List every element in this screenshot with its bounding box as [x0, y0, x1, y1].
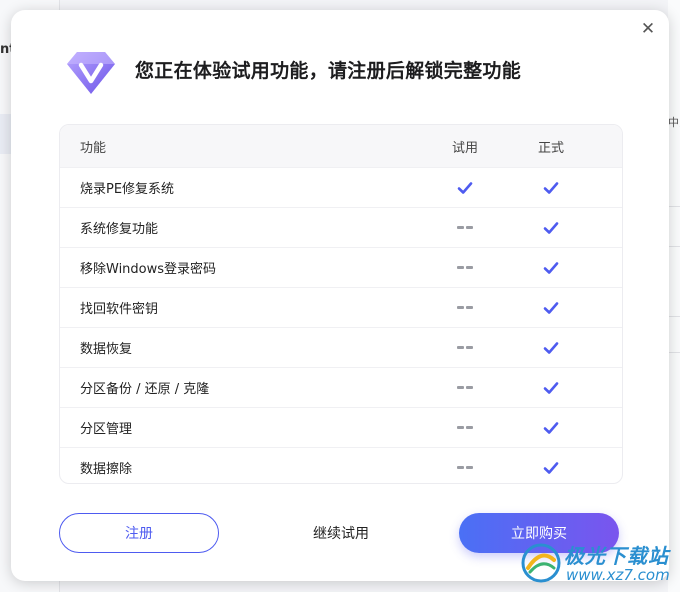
background-divider	[668, 316, 680, 317]
check-icon	[508, 340, 594, 355]
background-right-text: 中,	[668, 116, 680, 129]
check-icon	[508, 420, 594, 435]
table-row: 系统修复功能	[60, 207, 622, 247]
background-divider	[668, 352, 680, 353]
table-row: 分区管理	[60, 407, 622, 447]
feature-name: 移除Windows登录密码	[80, 262, 217, 277]
table-row: 数据恢复	[60, 327, 622, 367]
close-icon[interactable]: ✕	[639, 20, 657, 38]
watermark: 极光下载站 www.xz7.com	[520, 538, 676, 588]
dash-icon	[457, 306, 473, 309]
check-icon	[508, 460, 594, 475]
header-feature: 功能	[80, 140, 107, 156]
watermark-name: 极光下载站	[564, 544, 669, 568]
dash-icon	[457, 226, 473, 229]
register-button[interactable]: 注册	[59, 513, 219, 553]
dash-icon	[422, 260, 508, 275]
dash-icon	[422, 300, 508, 315]
feature-comparison-table: 功能 试用 正式 烧录PE修复系统 系统修复功能移除Windows登录密码 找回软件…	[59, 124, 623, 484]
dash-icon	[422, 340, 508, 355]
background-divider	[668, 246, 680, 247]
table-row: 分区备份 / 还原 / 克隆	[60, 367, 622, 407]
check-icon	[508, 380, 594, 395]
watermark-url: www.xz7.com	[566, 566, 670, 584]
aurora-logo-icon	[521, 543, 561, 583]
check-icon	[508, 220, 594, 235]
table-row: 找回软件密钥	[60, 287, 622, 327]
continue-trial-button[interactable]: 继续试用	[294, 513, 388, 553]
upgrade-dialog: ✕ 您正在体验试用功能，请注册后解锁完整功能 功能 试用 正式 烧录PE修复系统…	[11, 10, 669, 581]
table-body: 烧录PE修复系统 系统修复功能移除Windows登录密码 找回软件密钥 数据恢复分区备…	[60, 167, 622, 483]
dash-icon	[422, 380, 508, 395]
dash-icon	[457, 386, 473, 389]
table-row: 移除Windows登录密码	[60, 247, 622, 287]
dash-icon	[457, 466, 473, 469]
check-icon	[422, 180, 508, 195]
header-trial: 试用	[451, 140, 478, 156]
header-full: 正式	[537, 140, 564, 156]
check-icon	[508, 300, 594, 315]
feature-name: 烧录PE修复系统	[80, 182, 175, 197]
table-row: 数据擦除	[60, 447, 622, 483]
background-divider	[668, 206, 680, 207]
feature-name: 系统修复功能	[80, 222, 159, 237]
dash-icon	[422, 460, 508, 475]
table-header: 功能 试用 正式	[60, 125, 622, 167]
dialog-title: 您正在体验试用功能，请注册后解锁完整功能	[135, 60, 522, 82]
vip-diamond-icon	[67, 52, 115, 94]
dash-icon	[422, 420, 508, 435]
check-icon	[508, 260, 594, 275]
dash-icon	[422, 220, 508, 235]
feature-name: 数据擦除	[80, 462, 133, 477]
feature-name: 数据恢复	[80, 342, 133, 357]
feature-name: 找回软件密钥	[80, 302, 159, 317]
dash-icon	[457, 346, 473, 349]
feature-name: 分区管理	[80, 422, 133, 437]
background-right-panel	[668, 0, 680, 592]
feature-name: 分区备份 / 还原 / 克隆	[80, 382, 210, 397]
dash-icon	[457, 426, 473, 429]
table-row: 烧录PE修复系统	[60, 167, 622, 207]
check-icon	[508, 180, 594, 195]
dash-icon	[457, 266, 473, 269]
